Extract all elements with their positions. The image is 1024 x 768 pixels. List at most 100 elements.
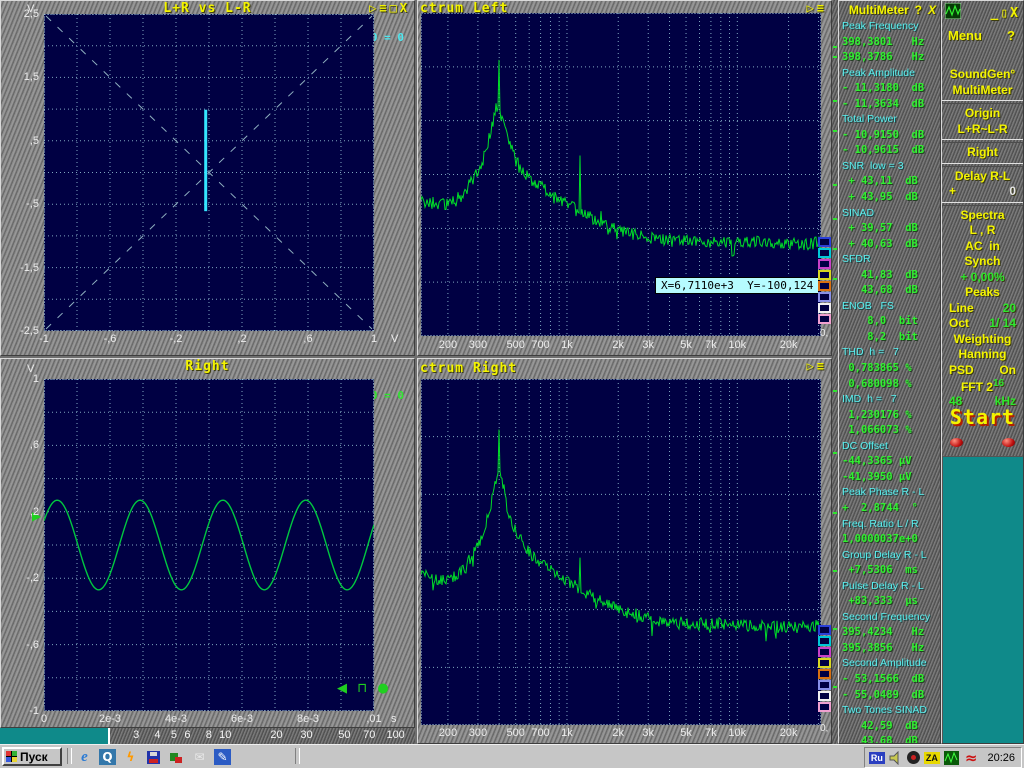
axis-tick: -2,5 bbox=[20, 325, 39, 337]
sidebar-item[interactable]: +0 bbox=[942, 184, 1023, 200]
taskbar-clock: 20:26 bbox=[987, 752, 1015, 764]
window-button-icon[interactable]: □ bbox=[390, 1, 400, 15]
sidebar-item[interactable]: + 0,00% bbox=[942, 270, 1023, 286]
meter-value: + 43,11 dB bbox=[842, 175, 939, 191]
sidebar-item[interactable]: Right bbox=[942, 145, 1023, 161]
window-button-icon[interactable]: _ bbox=[991, 6, 1001, 21]
sidebar-item[interactable]: Delay R-L bbox=[942, 169, 1023, 185]
legend-swatch[interactable] bbox=[818, 314, 831, 324]
axis-tick: 1 bbox=[33, 373, 39, 385]
legend-swatch[interactable] bbox=[818, 237, 831, 247]
axis-tick: 8e-3 bbox=[297, 713, 319, 725]
quick-view-icon[interactable]: Q bbox=[99, 749, 116, 765]
sidebar-item[interactable]: Spectra bbox=[942, 208, 1023, 224]
sidebar-item[interactable]: L , R bbox=[942, 223, 1023, 239]
update-icon[interactable] bbox=[168, 749, 185, 765]
save-icon[interactable] bbox=[145, 749, 162, 765]
legend-swatch[interactable] bbox=[818, 647, 831, 657]
mail-icon[interactable]: ✉ bbox=[191, 749, 208, 765]
legend-swatch[interactable] bbox=[818, 281, 831, 291]
legend-swatch[interactable] bbox=[818, 669, 831, 679]
window-button-icon[interactable]: X bbox=[400, 1, 410, 15]
legend-swatch[interactable] bbox=[818, 680, 831, 690]
sidebar-item[interactable]: SoundGen° bbox=[942, 67, 1023, 83]
sidebar-item[interactable]: AC in bbox=[942, 239, 1023, 255]
meter-value: 395,3856 Hz bbox=[842, 642, 939, 658]
internet-explorer-icon[interactable]: e bbox=[76, 749, 93, 765]
legend-swatch[interactable] bbox=[818, 259, 831, 269]
start-measurement-button[interactable]: Start bbox=[942, 405, 1023, 429]
waveform-plot-canvas[interactable] bbox=[44, 379, 374, 711]
clipped-label-fragment bbox=[833, 184, 837, 186]
sidebar-item[interactable]: Synch bbox=[942, 254, 1023, 270]
meter-value: 1,230176 % bbox=[842, 409, 939, 425]
meter-label: Peak Frequency bbox=[842, 20, 939, 36]
legend-swatch[interactable] bbox=[818, 292, 831, 302]
window-button-icon[interactable]: ▷ bbox=[807, 359, 817, 373]
sidebar-item[interactable]: Weighting bbox=[942, 332, 1023, 348]
xy-scope-window: L+R vs L-R ▷≡□X V 0 = 0 V 2,51,5,5-,5-1,… bbox=[0, 0, 415, 356]
waveform-title: Right bbox=[1, 359, 414, 374]
meter-label: Second Amplitude bbox=[842, 657, 939, 673]
meter-value: 41,83 dB bbox=[842, 269, 939, 285]
spectrum-right-plot-canvas[interactable] bbox=[421, 379, 821, 725]
analyzer-tray-icon[interactable] bbox=[944, 751, 959, 765]
sidebar-item[interactable]: Peaks bbox=[942, 285, 1023, 301]
sidebar-item[interactable]: L+R~L-R bbox=[942, 122, 1023, 138]
multimeter-help-button[interactable]: ? bbox=[915, 3, 922, 17]
legend-swatch[interactable] bbox=[818, 248, 831, 258]
axis-tick: ,6 bbox=[303, 333, 312, 345]
sidebar-item[interactable]: FFT 216 bbox=[942, 378, 1023, 394]
notepad-icon[interactable]: ✎ bbox=[214, 749, 231, 765]
right-waveform-window: Right V 0 = 0 ▶ ◀ ⊓ ● s 1,6,2-,2-,6-102e… bbox=[0, 358, 415, 728]
waveform-x-unit: s bbox=[391, 713, 397, 725]
clipped-label-fragment bbox=[833, 100, 837, 102]
window-button-icon[interactable]: X bbox=[1010, 6, 1020, 21]
axis-tick: 5k bbox=[680, 727, 692, 739]
ruler-pan-handle[interactable] bbox=[0, 728, 110, 744]
pulse-marker-icons[interactable]: ◀ ⊓ ● bbox=[337, 681, 392, 696]
multimeter-close-button[interactable]: X bbox=[928, 3, 936, 17]
meter-value: - 10,9150 dB bbox=[842, 129, 939, 145]
meter-value: + 2,8744 ° bbox=[842, 502, 939, 518]
volume-icon[interactable] bbox=[889, 751, 903, 765]
legend-swatch[interactable] bbox=[818, 658, 831, 668]
sidebar-item[interactable]: Oct1/ 14 bbox=[942, 316, 1023, 332]
clipped-label-fragment bbox=[833, 278, 837, 280]
sidebar-help-button[interactable]: ? bbox=[1007, 28, 1015, 43]
legend-swatch[interactable] bbox=[818, 270, 831, 280]
legend-swatch[interactable] bbox=[818, 691, 831, 701]
axis-tick: 5k bbox=[680, 339, 692, 351]
scheduler-icon[interactable] bbox=[907, 751, 920, 765]
winamp-icon[interactable]: ϟ bbox=[122, 749, 139, 765]
window-button-icon[interactable]: ▷ bbox=[369, 1, 379, 15]
xy-plot-canvas[interactable] bbox=[44, 14, 374, 331]
legend-swatch[interactable] bbox=[818, 303, 831, 313]
sidebar-item[interactable]: Hanning bbox=[942, 347, 1023, 363]
language-indicator[interactable]: Ru bbox=[869, 751, 885, 765]
xy-window-buttons[interactable]: ▷≡□X bbox=[369, 1, 410, 15]
spectrum-right-window-buttons[interactable]: ▷≡ bbox=[807, 359, 827, 373]
window-button-icon[interactable]: ≡ bbox=[817, 359, 827, 373]
sidebar-item[interactable]: Origin bbox=[942, 106, 1023, 122]
clipped-label-fragment bbox=[833, 570, 837, 572]
legend-swatch[interactable] bbox=[818, 702, 831, 712]
sidebar-item[interactable]: Line20 bbox=[942, 301, 1023, 317]
meter-label: Peak Phase R - L bbox=[842, 486, 939, 502]
legend-swatch[interactable] bbox=[818, 636, 831, 646]
start-menu-button[interactable]: Пуск bbox=[2, 747, 62, 766]
meter-label: Pulse Delay R - L bbox=[842, 580, 939, 596]
window-button-icon[interactable]: ▯ bbox=[1000, 6, 1010, 21]
legend-swatch[interactable] bbox=[818, 625, 831, 635]
window-button-icon[interactable]: ≡ bbox=[379, 1, 389, 15]
sidebar-item[interactable]: MultiMeter bbox=[942, 83, 1023, 99]
sidebar-window-buttons[interactable]: _▯X bbox=[991, 6, 1020, 21]
clipped-label-fragment bbox=[833, 46, 837, 48]
axis-tick: 300 bbox=[469, 727, 487, 739]
menu-button[interactable]: Menu bbox=[948, 28, 982, 43]
spectrum-left-corner-label: 0, bbox=[820, 328, 828, 339]
axis-tick: -,5 bbox=[26, 198, 39, 210]
sidebar-item[interactable]: PSDOn bbox=[942, 363, 1023, 379]
dialup-icon[interactable]: ≈ bbox=[963, 751, 980, 765]
za-icon[interactable]: ZA bbox=[924, 751, 940, 765]
